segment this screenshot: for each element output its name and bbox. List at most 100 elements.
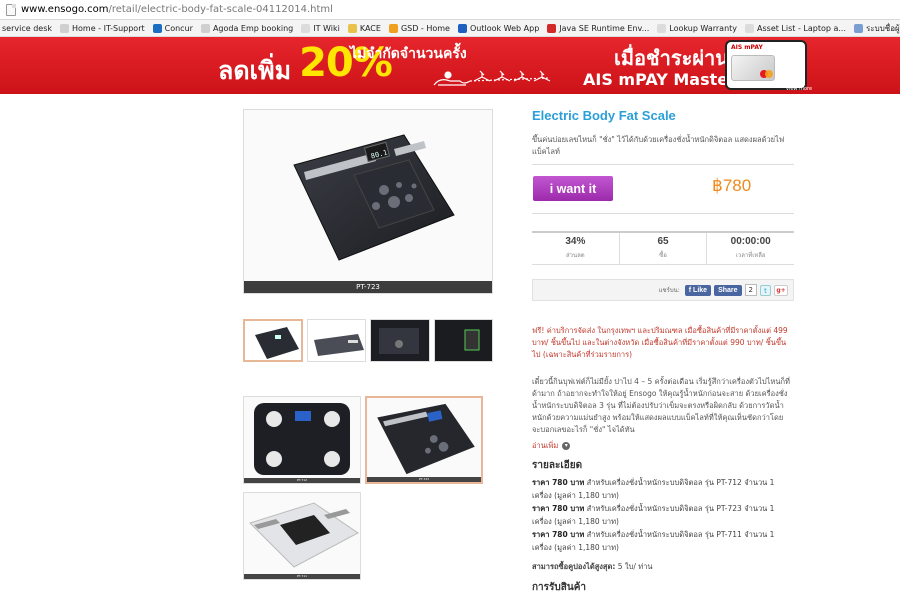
- coupon-limit-label: สามารถซื้อคูปองได้สูงสุด:: [532, 562, 616, 571]
- banner-subtitle: ไม่จำกัดจำนวนครั้ง: [350, 46, 467, 62]
- banner-view-more-link[interactable]: view more: [786, 86, 812, 92]
- bookmark-favicon-icon: [388, 23, 398, 33]
- receive-heading: การรับสินค้า: [532, 582, 587, 593]
- deal-stats: 34% ส่วนลด 65 ซื้อ 00:00:00 เวลาที่เหลือ: [532, 231, 794, 265]
- bookmark-item[interactable]: Home - IT-Support: [60, 23, 145, 33]
- bookmark-label: Outlook Web App: [469, 23, 540, 33]
- bookmarks-bar: service desk Home - IT-Support Concur Agoda…: [0, 20, 900, 37]
- phone-text: AIS mPAY: [731, 44, 763, 51]
- chevron-down-icon: ▾: [562, 442, 571, 450]
- product-price: ฿780: [712, 176, 752, 195]
- address-bar[interactable]: www.ensogo.com/retail/electric-body-fat-…: [0, 0, 900, 20]
- bookmark-label: service desk: [2, 23, 52, 33]
- model-thumbnails: PT-712 PT-723: [243, 396, 483, 484]
- thumbnail-strip: [243, 319, 494, 362]
- model-label: PT-712: [244, 478, 360, 483]
- banner-discount-label: ลดเพิ่ม: [218, 56, 292, 85]
- model-label: PT-723: [367, 477, 481, 482]
- stat-bought: 65 ซื้อ: [620, 233, 708, 264]
- bookmark-label: IT Wiki: [313, 23, 340, 33]
- bookmark-favicon-icon: [745, 23, 755, 33]
- reindeer-sleigh-icon: [433, 70, 551, 86]
- details-item: ราคา 780 บาท สำหรับเครื่องชั่งน้ำหนักระบ…: [532, 502, 794, 528]
- details-item-price: ราคา 780 บาท: [532, 478, 585, 487]
- page-icon: [6, 3, 16, 16]
- coupon-limit-value: 5 ใบ/ ท่าน: [615, 562, 653, 571]
- i-want-it-button[interactable]: i want it: [533, 176, 613, 201]
- bookmark-item[interactable]: KACE: [347, 23, 381, 33]
- bookmark-item[interactable]: Concur: [152, 23, 193, 33]
- bookmark-favicon-icon: [60, 23, 69, 33]
- main-product-image[interactable]: 80.1 PT-723: [243, 109, 493, 294]
- mastercard-icon: [731, 55, 775, 81]
- promo-banner[interactable]: ลดเพิ่ม 20% ไม่จำกัดจำนวนครั้ง เมื่อชำระ…: [0, 37, 900, 94]
- product-body-text: เดี๋ยวนี้กินบุฟเฟต์ก็ไม่มียั้ง ปาไป 4 – …: [532, 377, 790, 434]
- google-plus-button[interactable]: g+: [774, 284, 788, 296]
- bookmark-item[interactable]: service desk: [2, 24, 52, 33]
- url-text[interactable]: www.ensogo.com/retail/electric-body-fat-…: [21, 4, 333, 15]
- stat-label: ส่วนลด: [565, 252, 585, 259]
- coupon-limit: สามารถซื้อคูปองได้สูงสุด: 5 ใบ/ ท่าน: [532, 561, 653, 573]
- stat-label: เวลาที่เหลือ: [735, 252, 766, 259]
- stat-value: 00:00:00: [730, 236, 771, 247]
- stat-discount: 34% ส่วนลด: [532, 233, 620, 264]
- thumbnail-3[interactable]: [370, 319, 430, 362]
- stat-value: 34%: [565, 236, 586, 247]
- bookmark-item[interactable]: Outlook Web App: [457, 23, 540, 33]
- main-image-model-label: PT-723: [244, 281, 492, 293]
- details-heading: รายละเอียด: [532, 460, 583, 471]
- bookmark-label: Agoda Emp booking: [212, 23, 294, 33]
- stat-label: ซื้อ: [659, 252, 667, 259]
- thumbnail-4[interactable]: [433, 319, 494, 362]
- phone-card-image: AIS mPAY: [725, 40, 807, 90]
- bookmark-favicon-icon: [657, 23, 667, 33]
- scale-image: 80.1: [293, 134, 455, 261]
- product-title: Electric Body Fat Scale: [532, 108, 676, 123]
- model-thumbnail-pt-711[interactable]: PT-711: [243, 492, 361, 580]
- details-item: ราคา 780 บาท สำหรับเครื่องชั่งน้ำหนักระบ…: [532, 528, 794, 554]
- bookmark-item[interactable]: GSD - Home: [388, 23, 450, 33]
- product-content: 80.1 PT-723 PT-712 PT-723 PT-711 Electri…: [0, 94, 900, 600]
- product-description: ขึ้นค่นบ่อยเลขไหนก็ "ชั่ง" ไว้ได้กับด้วย…: [532, 135, 785, 156]
- free-shipping-promo: ฟรี! ค่าบริการจัดส่ง ในกรุงเทพฯ และปริมณ…: [532, 326, 788, 359]
- thumbnail-1[interactable]: [243, 319, 303, 362]
- url-host: www.ensogo.com: [21, 4, 109, 15]
- share-count: 2: [744, 284, 757, 296]
- details-item-price: ราคา 780 บาท: [532, 530, 585, 539]
- bookmark-label: Concur: [164, 23, 193, 33]
- bookmark-item[interactable]: Java SE Runtime Env...: [547, 23, 650, 33]
- bookmark-favicon-icon: [347, 23, 357, 33]
- details-item-price: ราคา 780 บาท: [532, 504, 585, 513]
- facebook-like-button[interactable]: f Like: [684, 284, 712, 296]
- bookmark-favicon-icon: [854, 23, 864, 33]
- twitter-icon[interactable]: t: [760, 284, 771, 296]
- bookmark-label: Java SE Runtime Env...: [559, 23, 650, 33]
- details-list: ราคา 780 บาท สำหรับเครื่องชั่งน้ำหนักระบ…: [532, 476, 794, 554]
- bookmark-favicon-icon: [200, 23, 210, 33]
- model-thumbnail-pt-712[interactable]: PT-712: [243, 396, 361, 484]
- url-path: /retail/electric-body-fat-scale-04112014…: [108, 4, 333, 15]
- bookmark-item[interactable]: Agoda Emp booking: [200, 23, 294, 33]
- bookmark-item[interactable]: IT Wiki: [301, 23, 340, 33]
- share-label: แชร์บน:: [658, 287, 680, 294]
- bookmark-favicon-icon: [301, 23, 311, 33]
- bookmark-label: ระบบชื่อผู้ประกอบธุรกิจ...: [866, 23, 900, 33]
- bookmark-favicon-icon: [152, 23, 162, 33]
- facebook-share-button[interactable]: Share: [714, 284, 742, 296]
- details-item: ราคา 780 บาท สำหรับเครื่องชั่งน้ำหนักระบ…: [532, 476, 794, 502]
- bookmark-label: KACE: [359, 23, 381, 33]
- bookmark-item[interactable]: Lookup Warranty: [657, 23, 738, 33]
- bookmark-label: Lookup Warranty: [669, 23, 738, 33]
- read-more-link[interactable]: อ่านเพิ่ม ▾: [532, 440, 571, 452]
- stat-value: 65: [657, 236, 669, 247]
- bookmark-favicon-icon: [547, 23, 557, 33]
- thumbnail-2[interactable]: [306, 319, 367, 362]
- stat-time-left: 00:00:00 เวลาที่เหลือ: [707, 233, 794, 264]
- model-thumbnail-pt-723[interactable]: PT-723: [365, 396, 483, 484]
- bookmark-label: GSD - Home: [400, 23, 450, 33]
- bookmark-favicon-icon: [457, 23, 467, 33]
- bookmark-label: Asset List - Laptop a...: [757, 23, 847, 33]
- read-more-label: อ่านเพิ่ม: [532, 441, 559, 450]
- bookmark-item[interactable]: ระบบชื่อผู้ประกอบธุรกิจ...: [854, 22, 900, 35]
- bookmark-item[interactable]: Asset List - Laptop a...: [745, 23, 847, 33]
